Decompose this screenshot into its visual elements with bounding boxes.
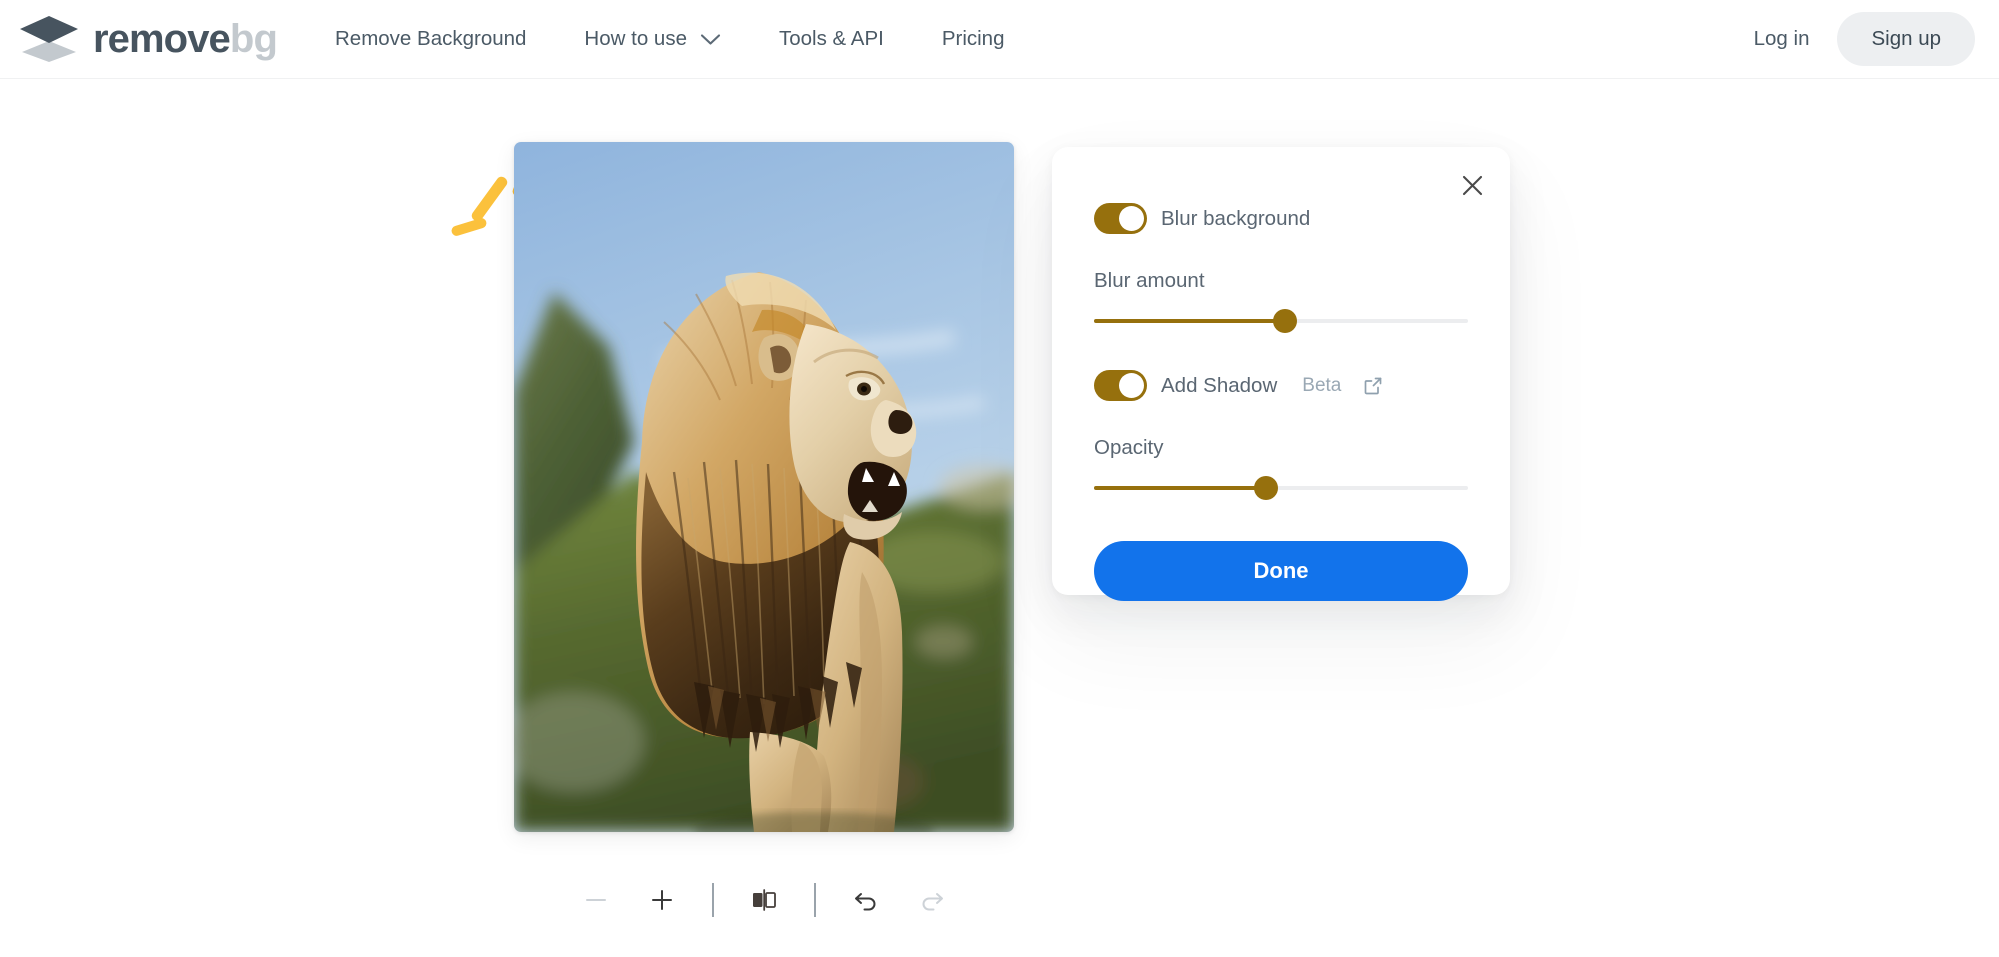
blur-background-label: Blur background: [1161, 206, 1311, 230]
logo-text: removebg: [93, 17, 278, 61]
logo[interactable]: removebg: [18, 16, 278, 62]
header-actions: Log in Sign up: [1736, 12, 1975, 66]
nav-label: Remove Background: [334, 27, 527, 50]
lion-photo: [514, 142, 1014, 832]
nav-label: Tools & API: [778, 27, 884, 50]
toggle-knob: [1119, 373, 1144, 398]
chevron-down-icon: [700, 33, 721, 45]
signup-button[interactable]: Sign up: [1837, 12, 1975, 66]
blur-amount-slider[interactable]: [1094, 309, 1468, 333]
done-button[interactable]: Done: [1094, 541, 1468, 601]
slider-thumb[interactable]: [1272, 309, 1297, 333]
add-shadow-row: Add Shadow Beta: [1094, 370, 1468, 401]
nav-item-tools-api[interactable]: Tools & API: [779, 19, 884, 59]
layers-diamond-icon: [20, 16, 78, 62]
redo-button[interactable]: [906, 874, 958, 926]
blur-background-toggle[interactable]: [1094, 203, 1147, 234]
panel-close-button[interactable]: [1452, 165, 1492, 205]
nav-label: How to use: [584, 27, 687, 50]
sparkle-dash: [469, 174, 510, 224]
redo-arrow-icon: [922, 893, 943, 911]
slider-fill: [1094, 486, 1267, 490]
zoom-out-button[interactable]: [570, 874, 622, 926]
compare-split-icon: [753, 889, 776, 911]
external-link-icon[interactable]: [1363, 376, 1383, 396]
nav-item-pricing[interactable]: Pricing: [942, 19, 1005, 59]
background-settings-panel: Blur background Blur amount Add Shadow B…: [1052, 147, 1510, 601]
image-preview[interactable]: [514, 142, 1014, 832]
logo-text-primary: remove: [93, 17, 231, 61]
blur-background-row: Blur background: [1094, 203, 1468, 234]
nav-item-remove-background[interactable]: Remove Background: [335, 19, 526, 59]
login-link[interactable]: Log in: [1736, 17, 1828, 61]
close-icon: [1462, 175, 1482, 195]
undo-arrow-icon: [855, 893, 876, 911]
slider-thumb[interactable]: [1254, 476, 1279, 500]
beta-badge: Beta: [1302, 374, 1342, 396]
blur-amount-label: Blur amount: [1094, 269, 1205, 292]
undo-button[interactable]: [840, 874, 892, 926]
slider-fill: [1094, 319, 1285, 323]
zoom-in-button[interactable]: [636, 874, 688, 926]
opacity-slider[interactable]: [1094, 476, 1468, 500]
site-header: removebg Remove Background How to use To…: [0, 0, 1999, 79]
add-shadow-toggle[interactable]: [1094, 370, 1147, 401]
plus-icon: [652, 890, 672, 910]
editor-toolbar: [514, 869, 1014, 931]
opacity-label: Opacity: [1094, 436, 1164, 459]
nav-item-how-to-use[interactable]: How to use: [584, 19, 721, 59]
toolbar-divider: [712, 883, 714, 917]
panel-body: Blur background Blur amount Add Shadow B…: [1052, 147, 1510, 601]
logo-text-secondary: bg: [229, 17, 278, 61]
main-navigation: Remove Background How to use Tools & API…: [335, 19, 1005, 59]
toolbar-divider: [814, 883, 816, 917]
nav-label: Pricing: [941, 27, 1005, 50]
editor-stage: Blur background Blur amount Add Shadow B…: [0, 79, 1999, 957]
toggle-knob: [1119, 206, 1144, 231]
compare-button[interactable]: [738, 874, 790, 926]
minus-icon: [586, 899, 606, 901]
sparkle-dash: [450, 216, 488, 238]
add-shadow-label: Add Shadow: [1161, 373, 1278, 397]
